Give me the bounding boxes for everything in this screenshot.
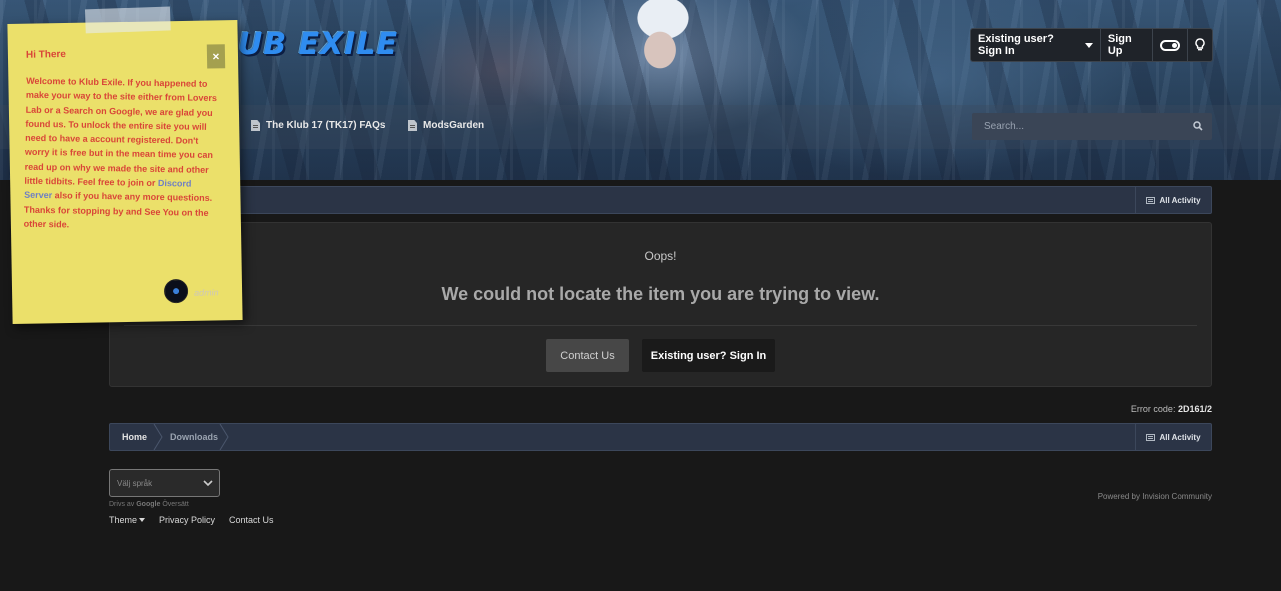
sticky-note-title: Hi There — [25, 49, 67, 61]
header-character-art — [605, 0, 715, 105]
caret-down-icon — [1084, 42, 1093, 48]
sign-up-label: Sign Up — [1107, 33, 1132, 57]
nav-item-modsgarden[interactable]: ModsGarden — [408, 120, 484, 131]
sign-in-button[interactable]: Existing user? Sign In — [642, 339, 775, 372]
breadcrumb-bar-top: All Activity — [109, 186, 1212, 214]
error-code-label: Error code: — [1130, 404, 1176, 414]
note-author[interactable]: admin — [194, 287, 219, 297]
contact-us-button[interactable]: Contact Us — [546, 339, 629, 372]
avatar[interactable] — [163, 278, 189, 304]
sticky-note-body: Welcome to Klub Exile. If you happened t… — [24, 74, 221, 235]
close-note-button[interactable]: × — [206, 44, 226, 69]
lightbulb-button[interactable] — [1188, 29, 1212, 61]
chevron-down-icon — [203, 480, 213, 487]
google-credit-prefix: Drivs av — [109, 501, 135, 508]
privacy-policy-link[interactable]: Privacy Policy — [159, 515, 215, 525]
caret-down-icon — [139, 518, 146, 522]
language-select[interactable]: Välj språk — [109, 469, 220, 497]
toggle-icon — [1160, 39, 1180, 51]
search-input[interactable] — [972, 113, 1212, 140]
theme-menu[interactable]: Theme — [109, 515, 146, 525]
activity-icon — [1146, 433, 1156, 441]
breadcrumb-separator — [153, 424, 163, 450]
nav-item-label: The Klub 17 (TK17) FAQs — [266, 120, 386, 131]
search-icon[interactable] — [1193, 121, 1203, 131]
user-bar: Existing user? Sign In Sign Up — [970, 28, 1213, 62]
nav-item-tk17-faqs[interactable]: The Klub 17 (TK17) FAQs — [251, 120, 385, 131]
error-code-value: 2D161/2 — [1177, 404, 1212, 414]
all-activity-link[interactable]: All Activity — [1135, 187, 1211, 213]
footer-contact-link[interactable]: Contact Us — [229, 515, 274, 525]
breadcrumb-home[interactable]: Home — [122, 424, 147, 450]
google-credit-suffix: Översätt — [162, 501, 189, 508]
breadcrumb-downloads[interactable]: Downloads — [170, 424, 218, 450]
lightbulb-icon — [1195, 38, 1205, 51]
divider — [124, 325, 1197, 326]
all-activity-link[interactable]: All Activity — [1135, 424, 1211, 450]
sign-up-button[interactable]: Sign Up — [1101, 29, 1153, 61]
breadcrumb-bar-bottom: Home Downloads All Activity — [109, 423, 1212, 451]
welcome-sticky-note: Hi There Welcome to Klub Exile. If you h… — [7, 6, 243, 324]
sign-in-dropdown[interactable]: Existing user? Sign In — [971, 29, 1101, 61]
activity-icon — [1146, 196, 1156, 204]
all-activity-label: All Activity — [1159, 432, 1201, 442]
powered-by-link[interactable]: Powered by Invision Community — [1000, 492, 1212, 501]
all-activity-label: All Activity — [1159, 195, 1201, 205]
error-message: We could not locate the item you are try… — [441, 284, 880, 304]
site-logo[interactable]: UB EXILE — [238, 27, 398, 62]
footer-links: Theme Privacy Policy Contact Us — [109, 515, 274, 525]
language-select-value: Välj språk — [117, 478, 153, 488]
sign-in-label: Existing user? Sign In — [978, 33, 1054, 57]
error-heading: Oops! — [644, 249, 677, 263]
sticky-note-text: Welcome to Klub Exile. If you happened t… — [24, 75, 218, 189]
theme-toggle-button[interactable] — [1153, 29, 1188, 61]
document-icon — [251, 120, 260, 131]
google-translate-credit: Drivs av Google Översätt — [109, 501, 189, 508]
error-panel: Oops! We could not locate the item you a… — [109, 222, 1212, 387]
theme-label: Theme — [109, 515, 138, 525]
nav-item-label: ModsGarden — [423, 120, 485, 131]
breadcrumb-separator — [219, 424, 229, 450]
sticky-note-text: also if you have any more questions. Tha… — [23, 190, 213, 230]
google-logo[interactable]: Google — [136, 501, 160, 508]
document-icon — [408, 120, 417, 131]
error-code: Error code: 2D161/2 — [1000, 404, 1212, 414]
tape-decoration — [84, 6, 171, 34]
